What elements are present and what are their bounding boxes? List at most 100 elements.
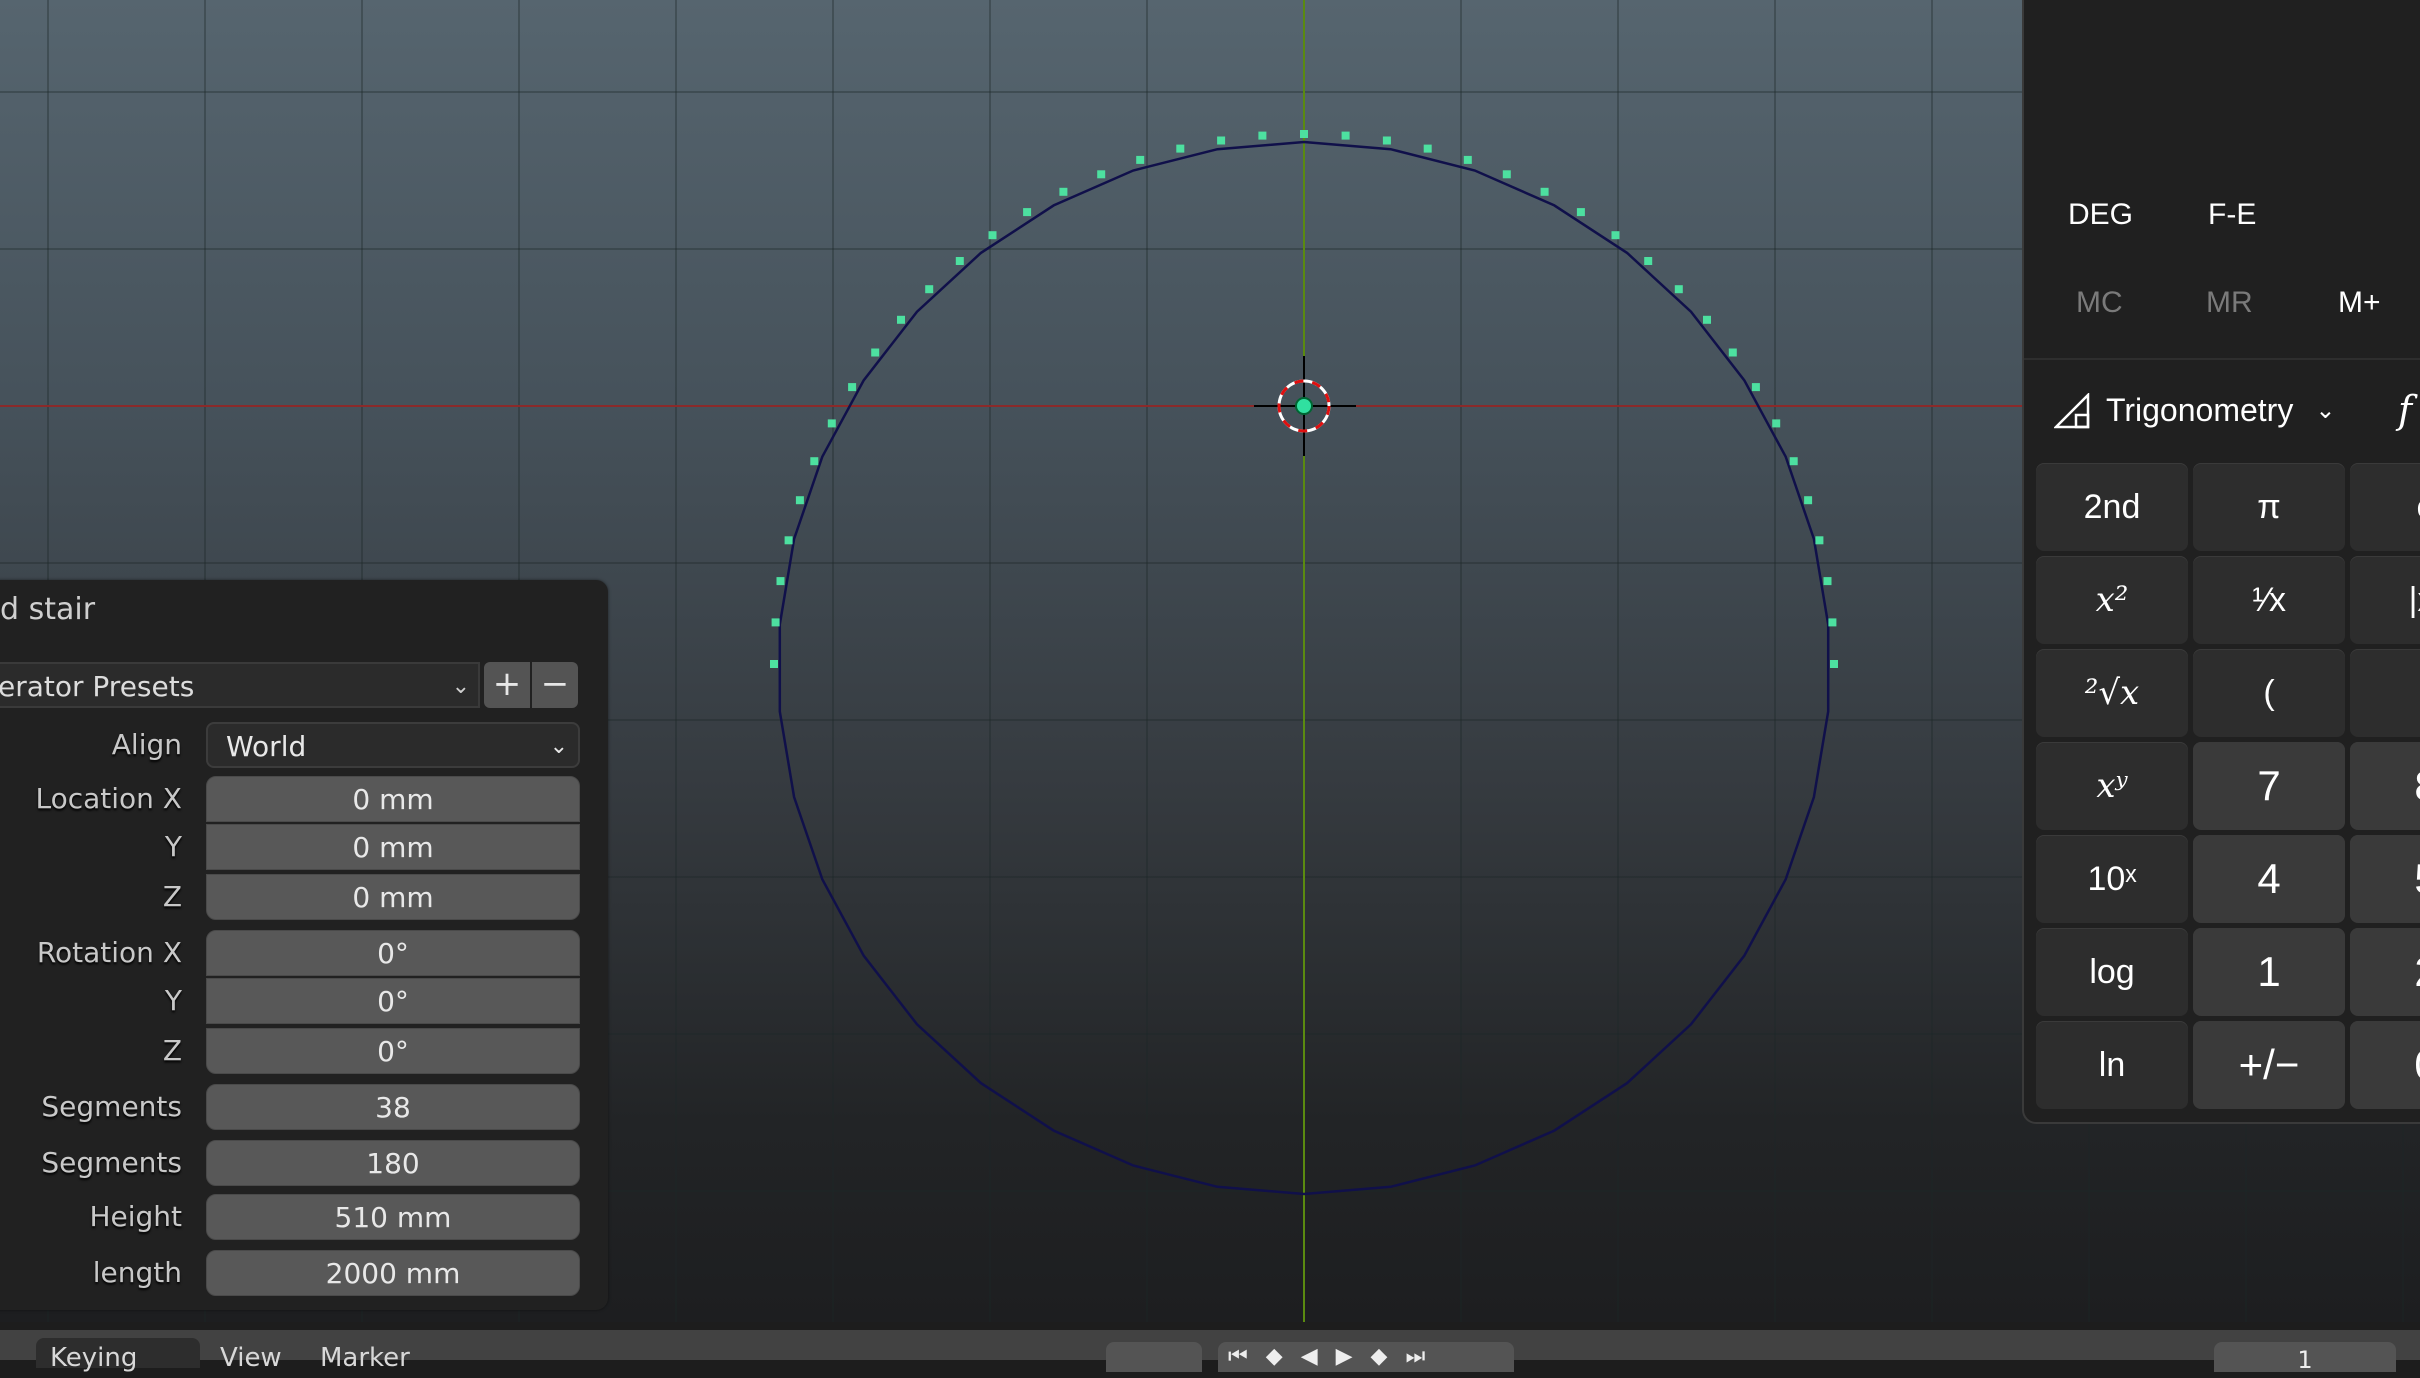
mesh-vertex xyxy=(1674,285,1683,294)
digit-0-button[interactable]: 0 xyxy=(2350,1021,2420,1109)
length-label: length xyxy=(92,1256,182,1289)
rotation-x-field[interactable]: 0° xyxy=(206,930,580,976)
mesh-vertex xyxy=(1815,536,1824,545)
mesh-vertex xyxy=(1828,618,1837,627)
mesh-vertex xyxy=(1540,187,1549,196)
negate-button[interactable]: +/− xyxy=(2193,1021,2345,1109)
view-menu[interactable]: View xyxy=(220,1338,282,1373)
segments-field[interactable]: 38 xyxy=(206,1084,580,1130)
mesh-vertex xyxy=(1300,130,1308,138)
separator xyxy=(2024,358,2420,360)
segments-2-field[interactable]: 180 xyxy=(206,1140,580,1186)
mesh-vertex xyxy=(925,285,934,294)
mesh-vertex xyxy=(795,496,804,505)
mesh-vertex xyxy=(1258,131,1267,140)
chevron-down-icon: ⌄ xyxy=(451,674,470,699)
operator-panel[interactable]: d stair erator Presets ⌄ + − Align World… xyxy=(0,580,608,1310)
abs-button[interactable]: |x| xyxy=(2350,556,2420,644)
digit-1-button[interactable]: 1 xyxy=(2193,928,2345,1016)
angle-mode-button[interactable]: DEG xyxy=(2068,198,2133,232)
mesh-vertex xyxy=(988,231,997,240)
square-button[interactable]: x² xyxy=(2036,556,2188,644)
location-y-label: Y xyxy=(164,830,182,863)
align-label: Align xyxy=(111,728,182,761)
location-y-field[interactable]: 0 mm xyxy=(206,824,580,870)
trigonometry-dropdown[interactable]: Trigonometry ⌄ xyxy=(2054,392,2335,429)
location-x-label: Location X xyxy=(35,782,182,815)
height-field[interactable]: 510 mm xyxy=(206,1194,580,1240)
segments-2-label: Segments xyxy=(41,1146,182,1179)
keying-menu[interactable]: Keying xyxy=(36,1338,200,1373)
mesh-vertex xyxy=(1217,136,1226,145)
location-z-label: Z xyxy=(162,880,182,913)
remove-preset-button[interactable]: − xyxy=(532,662,578,708)
mesh-vertex xyxy=(770,660,778,668)
second-button[interactable]: 2nd xyxy=(2036,463,2188,551)
mesh-vertex xyxy=(871,348,880,357)
mesh-vertex xyxy=(1059,187,1068,196)
mesh-vertex xyxy=(827,419,836,428)
ln-button[interactable]: ln xyxy=(2036,1021,2188,1109)
digit-2-button[interactable]: 2 xyxy=(2350,928,2420,1016)
trigonometry-label: Trigonometry xyxy=(2106,392,2294,428)
e-button[interactable]: e xyxy=(2350,463,2420,551)
location-x-field[interactable]: 0 mm xyxy=(206,776,580,822)
close-paren-button[interactable]: ) xyxy=(2350,649,2420,737)
power-button[interactable]: xʸ xyxy=(2036,742,2188,830)
mesh-vertex xyxy=(784,536,793,545)
playback-icons: ⏮◆◀▶◆⏭ xyxy=(1228,1344,1444,1369)
mesh-vertex xyxy=(1023,208,1032,217)
digit-7-button[interactable]: 7 xyxy=(2193,742,2345,830)
sqrt-button[interactable]: ²√x xyxy=(2036,649,2188,737)
digit-8-button[interactable]: 8 xyxy=(2350,742,2420,830)
pi-button[interactable]: π xyxy=(2193,463,2345,551)
memory-add-button[interactable]: M+ xyxy=(2338,286,2381,320)
operator-presets-dropdown[interactable]: erator Presets ⌄ xyxy=(0,662,480,708)
digit-4-button[interactable]: 4 xyxy=(2193,835,2345,923)
mesh-vertex xyxy=(1772,419,1781,428)
length-field[interactable]: 2000 mm xyxy=(206,1250,580,1296)
reciprocal-button[interactable]: ¹⁄x xyxy=(2193,556,2345,644)
add-preset-button[interactable]: + xyxy=(484,662,530,708)
mesh-vertex xyxy=(1830,660,1838,668)
3d-cursor-center xyxy=(1295,397,1313,415)
mesh-vertex xyxy=(1728,348,1737,357)
mesh-vertex xyxy=(1611,231,1620,240)
timeline-header: Keying View Marker ⏮◆◀▶◆⏭ 1 xyxy=(0,1330,2420,1374)
rotation-y-field[interactable]: 0° xyxy=(206,978,580,1024)
current-frame-field[interactable]: 1 xyxy=(2214,1342,2396,1374)
triangle-ruler-icon xyxy=(2054,392,2090,428)
operator-title[interactable]: d stair xyxy=(0,580,95,640)
record-toggle[interactable] xyxy=(1106,1342,1202,1372)
align-value: World xyxy=(226,730,307,763)
marker-menu[interactable]: Marker xyxy=(320,1338,410,1373)
digit-5-button[interactable]: 5 xyxy=(2350,835,2420,923)
mesh-vertex xyxy=(955,257,964,265)
mesh-vertex xyxy=(1341,131,1350,140)
mesh-vertex xyxy=(1382,136,1391,145)
location-z-field[interactable]: 0 mm xyxy=(206,874,580,920)
chevron-down-icon: ⌄ xyxy=(2315,397,2336,424)
mesh-vertex xyxy=(1136,155,1145,164)
mesh-vertex xyxy=(1423,144,1432,153)
mesh-vertex xyxy=(1804,496,1813,505)
ten-power-button[interactable]: 10ˣ xyxy=(2036,835,2188,923)
chevron-down-icon: ⌄ xyxy=(549,734,568,759)
rotation-y-label: Y xyxy=(164,984,182,1017)
memory-clear-button[interactable]: MC xyxy=(2076,286,2123,320)
mesh-vertex xyxy=(1823,577,1832,586)
mesh-vertex xyxy=(897,315,905,324)
align-dropdown[interactable]: World ⌄ xyxy=(206,722,580,768)
rotation-z-field[interactable]: 0° xyxy=(206,1028,580,1074)
calculator-window: DEG F-E MC MR M+ Trigonometry ⌄ f 2ndπe x… xyxy=(2022,0,2420,1124)
open-paren-button[interactable]: ( xyxy=(2193,649,2345,737)
preset-label: erator Presets xyxy=(0,670,195,703)
height-label: Height xyxy=(89,1200,182,1233)
mesh-vertex xyxy=(1789,457,1798,466)
log-button[interactable]: log xyxy=(2036,928,2188,1016)
function-dropdown[interactable]: f xyxy=(2398,388,2412,432)
memory-recall-button[interactable]: MR xyxy=(2206,286,2253,320)
playback-controls[interactable]: ⏮◆◀▶◆⏭ xyxy=(1218,1342,1514,1372)
mesh-vertex xyxy=(1703,315,1711,324)
fe-button[interactable]: F-E xyxy=(2208,198,2256,232)
